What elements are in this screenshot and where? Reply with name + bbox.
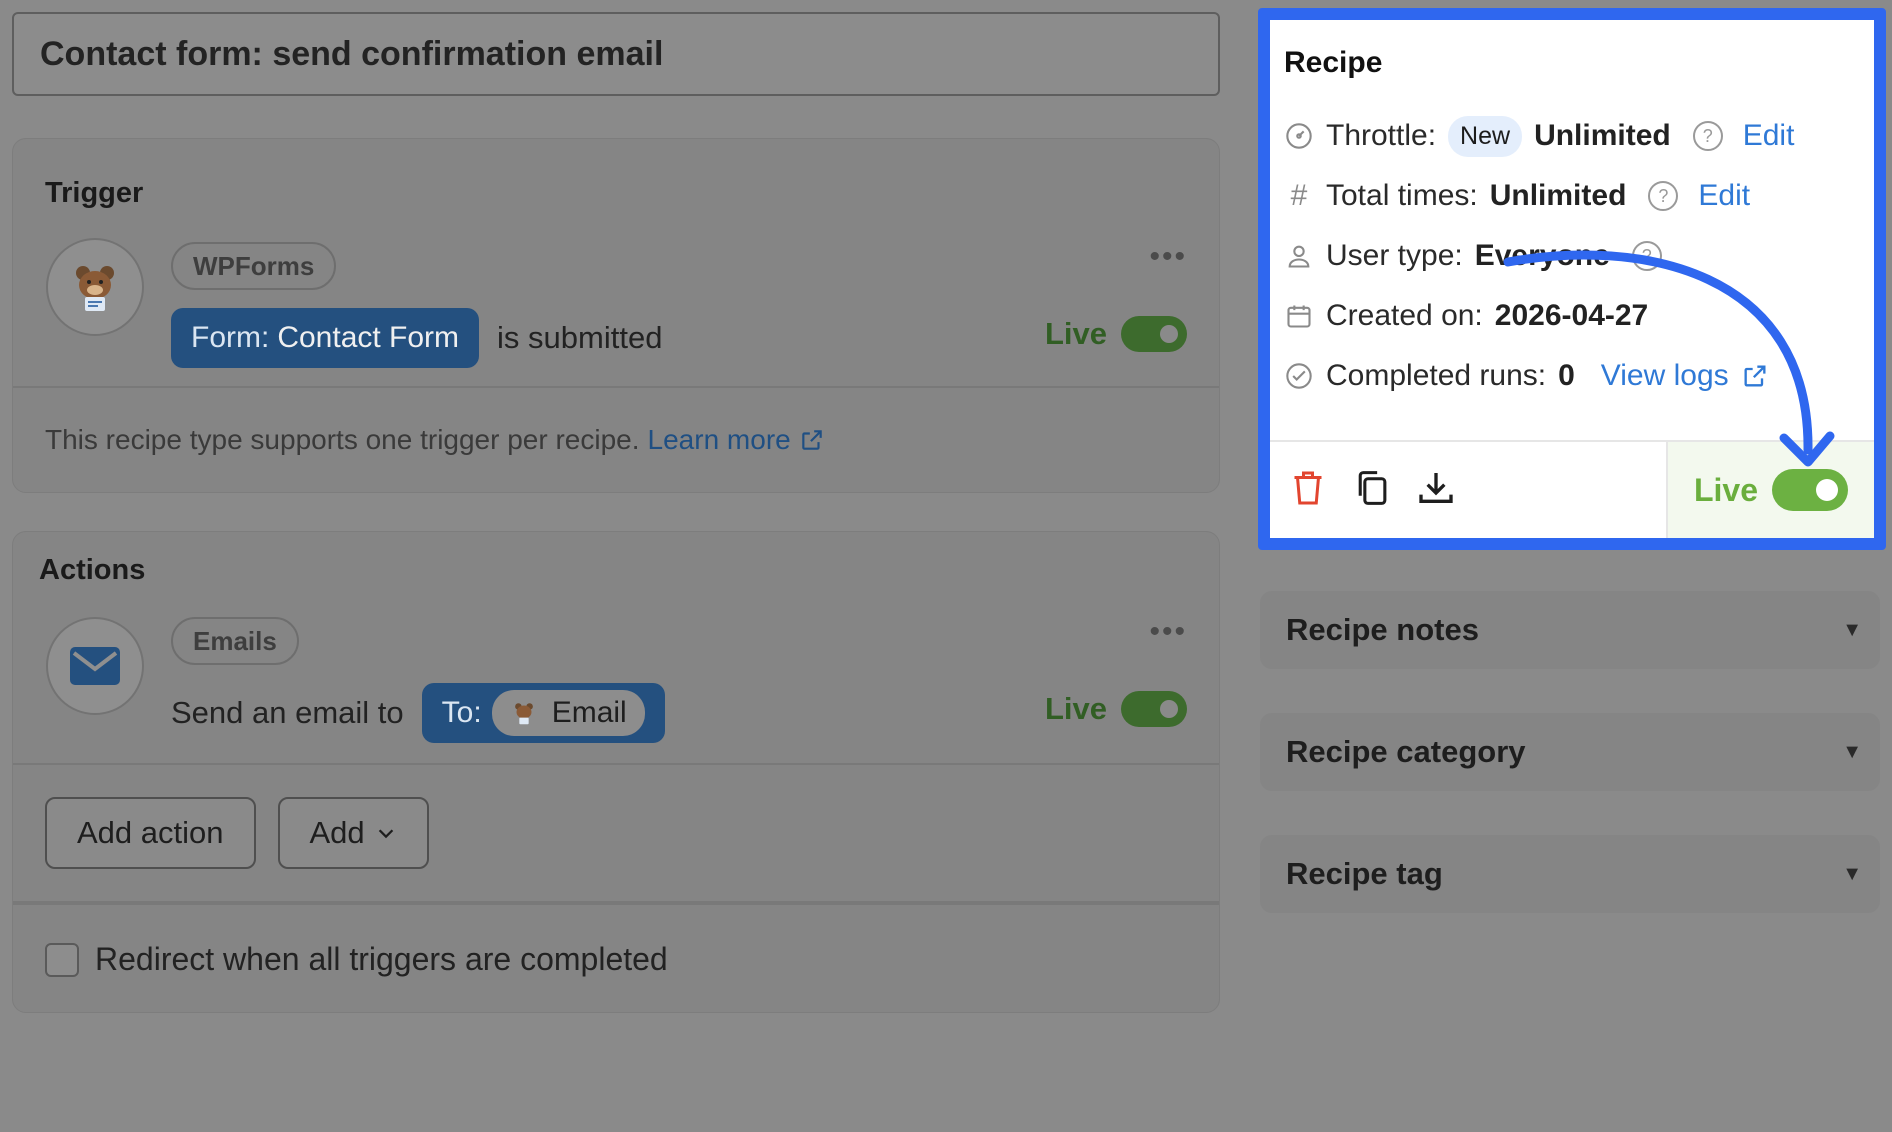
- trigger-live-toggle[interactable]: [1121, 316, 1187, 352]
- recipe-tools: [1270, 442, 1666, 538]
- completed-runs-row: Completed runs: 0 View logs: [1284, 346, 1860, 406]
- check-circle-icon: [1284, 362, 1314, 390]
- view-logs-link[interactable]: View logs: [1601, 359, 1729, 393]
- trigger-item: WPForms ••• Form: Contact Form is submit…: [13, 210, 1219, 386]
- throttle-help-icon[interactable]: ?: [1692, 121, 1723, 151]
- email-envelope-icon: [46, 617, 144, 715]
- recipe-notes-accordion[interactable]: Recipe notes ▼: [1260, 591, 1880, 669]
- total-times-edit-link[interactable]: Edit: [1698, 179, 1750, 213]
- actions-panel: Actions Emails ••• Send an email to To:: [12, 531, 1220, 1013]
- throttle-edit-link[interactable]: Edit: [1743, 119, 1795, 153]
- action-to-token[interactable]: To: Email: [421, 683, 665, 743]
- trigger-heading: Trigger: [45, 177, 144, 209]
- learn-more-link[interactable]: Learn more: [648, 424, 791, 456]
- trigger-note: This recipe type supports one trigger pe…: [13, 388, 1219, 492]
- wpforms-mini-icon: [514, 703, 533, 725]
- add-dropdown-button[interactable]: Add: [277, 797, 429, 869]
- duplicate-icon[interactable]: [1352, 468, 1390, 513]
- add-action-label: Add action: [77, 815, 224, 850]
- chevron-down-icon: [378, 829, 393, 839]
- recipe-settings-list: Throttle: New Unlimited ? Edit # Total t…: [1270, 80, 1874, 406]
- user-type-help-icon[interactable]: ?: [1631, 241, 1662, 271]
- external-link-icon: [801, 430, 822, 450]
- recipe-tag-label: Recipe tag: [1286, 856, 1443, 891]
- total-times-value: Unlimited: [1489, 179, 1627, 212]
- total-times-help-icon[interactable]: ?: [1648, 181, 1679, 211]
- user-icon: [1284, 242, 1314, 270]
- add-label: Add: [309, 815, 365, 850]
- created-on-label: Created on:: [1326, 299, 1483, 332]
- throttle-value: Unlimited: [1534, 119, 1671, 152]
- gauge-icon: [1284, 122, 1314, 150]
- actions-heading: Actions: [39, 554, 146, 586]
- trigger-integration-badge: WPForms: [171, 242, 337, 290]
- new-badge: New: [1448, 115, 1523, 157]
- recipe-card-footer: Live: [1270, 440, 1874, 538]
- trigger-form-token[interactable]: Form: Contact Form: [171, 308, 480, 368]
- action-token-value: Email: [551, 696, 627, 729]
- redirect-option: Redirect when all triggers are completed: [13, 905, 1219, 1012]
- hash-icon: #: [1290, 179, 1308, 212]
- action-status: Live: [1045, 691, 1187, 727]
- completed-runs-value: 0: [1558, 359, 1575, 392]
- external-link-icon: [1744, 365, 1766, 387]
- action-sentence: Send an email to To: Email: [171, 683, 665, 743]
- created-on-row: Created on: 2026-04-27: [1284, 286, 1860, 346]
- recipe-category-label: Recipe category: [1286, 734, 1526, 769]
- trigger-token-value: Contact Form: [277, 321, 460, 354]
- recipe-notes-label: Recipe notes: [1286, 612, 1479, 647]
- user-type-value: Everyone: [1474, 239, 1610, 272]
- recipe-live-label: Live: [1693, 471, 1759, 508]
- throttle-row: Throttle: New Unlimited ? Edit: [1284, 106, 1860, 166]
- trash-icon[interactable]: [1290, 468, 1326, 513]
- recipe-category-accordion[interactable]: Recipe category ▼: [1260, 713, 1880, 791]
- action-token-label: To:: [441, 696, 482, 729]
- recipe-title-input[interactable]: Contact form: send confirmation email: [12, 12, 1220, 96]
- recipe-tag-accordion[interactable]: Recipe tag ▼: [1260, 835, 1880, 913]
- trigger-token-label: Form:: [191, 321, 270, 354]
- caret-down-icon: ▼: [1842, 618, 1862, 641]
- action-integration-badge: Emails: [171, 617, 299, 665]
- redirect-label: Redirect when all triggers are completed: [95, 941, 668, 977]
- calendar-icon: [1284, 302, 1314, 330]
- action-live-toggle[interactable]: [1121, 691, 1187, 727]
- user-type-row: User type: Everyone ?: [1284, 226, 1860, 286]
- add-action-button[interactable]: Add action: [45, 797, 256, 869]
- trigger-sentence-suffix: is submitted: [497, 320, 663, 355]
- recipe-live-toggle[interactable]: [1772, 469, 1849, 511]
- action-more-menu-icon[interactable]: •••: [1149, 615, 1187, 649]
- user-type-label: User type:: [1326, 239, 1463, 272]
- recipe-card-title: Recipe: [1284, 46, 1383, 79]
- main-column: Contact form: send confirmation email Tr…: [12, 12, 1220, 1013]
- recipe-settings-card: Recipe Throttle: New Unlimited ? Edit # …: [1258, 8, 1886, 550]
- throttle-label: Throttle:: [1326, 119, 1437, 152]
- created-on-value: 2026-04-27: [1494, 299, 1649, 332]
- download-icon[interactable]: [1416, 468, 1456, 513]
- completed-runs-label: Completed runs:: [1326, 359, 1547, 392]
- trigger-status: Live: [1045, 316, 1187, 352]
- total-times-row: # Total times: Unlimited ? Edit: [1284, 166, 1860, 226]
- recipe-live-status: Live: [1666, 442, 1874, 538]
- trigger-more-menu-icon[interactable]: •••: [1149, 240, 1187, 274]
- email-field-token: Email: [491, 690, 645, 736]
- wpforms-logo-icon: [46, 238, 144, 336]
- caret-down-icon: ▼: [1842, 740, 1862, 763]
- redirect-checkbox[interactable]: [45, 942, 79, 977]
- caret-down-icon: ▼: [1842, 862, 1862, 885]
- trigger-panel: Trigger WPForms ••• Form: Contact Form i…: [12, 138, 1220, 493]
- action-item: Emails ••• Send an email to To: Email Li…: [13, 587, 1219, 763]
- trigger-note-text: This recipe type supports one trigger pe…: [45, 424, 640, 455]
- trigger-sentence: Form: Contact Form is submitted: [171, 308, 662, 368]
- trigger-live-label: Live: [1044, 316, 1107, 351]
- actions-button-row: Add action Add: [13, 765, 1219, 901]
- total-times-label: Total times:: [1326, 179, 1478, 212]
- recipe-title-text: Contact form: send confirmation email: [40, 34, 664, 73]
- action-sentence-prefix: Send an email to: [171, 695, 404, 730]
- action-live-label: Live: [1044, 691, 1107, 726]
